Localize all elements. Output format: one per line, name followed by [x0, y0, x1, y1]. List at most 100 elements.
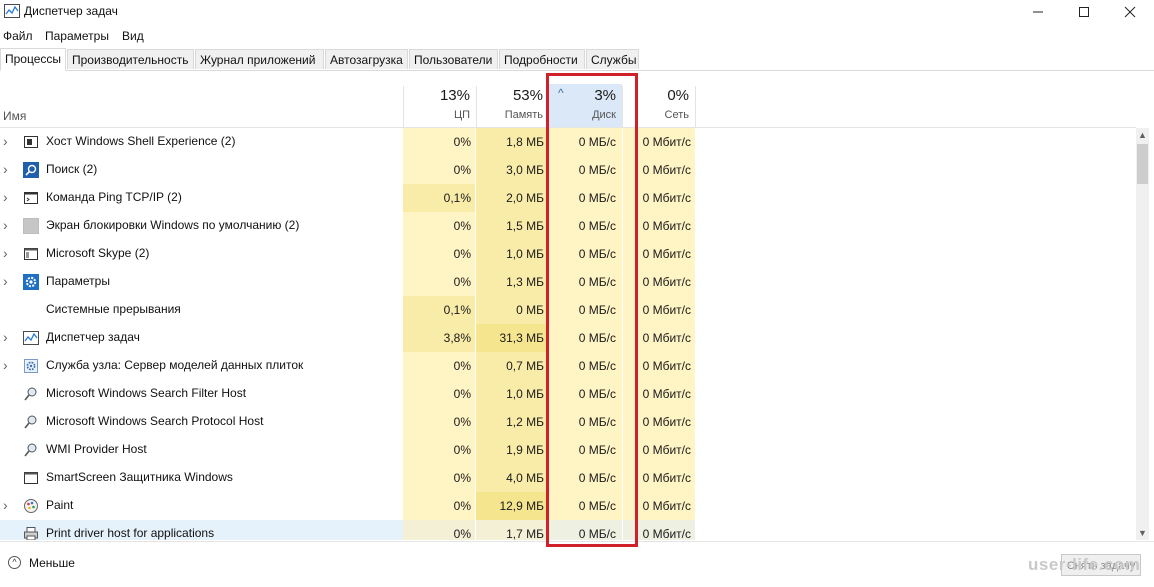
chevron-right-icon[interactable]: › [3, 246, 13, 260]
column-header-disk[interactable]: Диск [549, 109, 616, 121]
memory-value: 12,9 МБ [476, 492, 548, 520]
process-row[interactable]: › Поиск (2) 0% 3,0 МБ 0 МБ/с 0 Мбит/с [0, 156, 1136, 184]
process-row[interactable]: Microsoft Windows Search Protocol Host 0%… [0, 408, 1136, 436]
tab-details[interactable]: Подробности [499, 49, 585, 69]
column-header-memory-percent[interactable]: 53% [476, 87, 543, 104]
memory-value: 0,7 МБ [476, 352, 548, 380]
footer-bar: ^ Меньше Снять задачу [0, 541, 1154, 587]
vertical-scrollbar[interactable]: ▲ ▼ [1136, 128, 1149, 540]
tab-startup[interactable]: Автозагрузка [325, 49, 408, 69]
process-row[interactable]: Print driver host for applications 0% 1,7 … [0, 520, 1136, 540]
wmi-icon [23, 442, 39, 458]
column-header-disk-percent[interactable]: 3% [549, 87, 616, 104]
disk-value: 0 МБ/с [549, 464, 622, 492]
process-row[interactable]: WMI Provider Host 0% 1,9 МБ 0 МБ/с 0 Мбит/с [0, 436, 1136, 464]
network-value: 0 Мбит/с [623, 352, 695, 380]
process-name: Хост Windows Shell Experience (2) [46, 134, 236, 148]
process-name: WMI Provider Host [46, 442, 147, 456]
process-row[interactable]: › Microsoft Skype (2) 0% 1,0 МБ 0 МБ/с 0 Мбит… [0, 240, 1136, 268]
process-row[interactable]: › Хост Windows Shell Experience (2) 0% 1,8 … [0, 128, 1136, 156]
process-name: Команда Ping TCP/IP (2) [46, 190, 182, 204]
cpu-value: 0% [403, 436, 475, 464]
process-name: Поиск (2) [46, 162, 98, 176]
column-header-network[interactable]: Сеть [623, 109, 689, 121]
disk-value: 0 МБ/с [549, 352, 622, 380]
chevron-right-icon[interactable]: › [3, 498, 13, 512]
tab-performance[interactable]: Производительность [67, 49, 194, 69]
process-row[interactable]: › Команда Ping TCP/IP (2) 0,1% 2,0 МБ 0 МБ/с… [0, 184, 1136, 212]
column-header-cpu[interactable]: ЦП [403, 109, 470, 121]
chevron-right-icon[interactable]: › [3, 134, 13, 148]
process-row[interactable]: › Параметры 0% 1,3 МБ 0 МБ/с 0 Мбит/с [0, 268, 1136, 296]
memory-value: 1,5 МБ [476, 212, 548, 240]
process-row[interactable]: › Экран блокировки Windows по умолчанию (… [0, 212, 1136, 240]
disk-value: 0 МБ/с [549, 436, 622, 464]
header-separator [622, 86, 623, 127]
memory-value: 2,0 МБ [476, 184, 548, 212]
column-header-name[interactable]: Имя [3, 109, 26, 123]
search-icon [23, 162, 39, 178]
column-header-memory[interactable]: Память [476, 109, 543, 121]
process-name: SmartScreen Защитника Windows [46, 470, 233, 484]
tab-users[interactable]: Пользователи [409, 49, 498, 69]
memory-value: 1,0 МБ [476, 240, 548, 268]
cpu-value: 3,8% [403, 324, 475, 352]
title-bar: Диспетчер задач [0, 0, 1154, 24]
process-row[interactable]: SmartScreen Защитника Windows 0% 4,0 МБ 0 М… [0, 464, 1136, 492]
cpu-value: 0% [403, 380, 475, 408]
network-value: 0 Мбит/с [623, 128, 695, 156]
minimize-button[interactable] [1015, 0, 1061, 24]
process-row[interactable]: Системные прерывания 0,1% 0 МБ 0 МБ/с 0 Мбит… [0, 296, 1136, 324]
process-name: Microsoft Windows Search Protocol Host [46, 414, 264, 428]
network-value: 0 Мбит/с [623, 436, 695, 464]
memory-value: 1,2 МБ [476, 408, 548, 436]
chevron-right-icon[interactable]: › [3, 274, 13, 288]
maximize-button[interactable] [1061, 0, 1107, 24]
scrollbar-thumb[interactable] [1137, 144, 1148, 184]
process-name: Microsoft Skype (2) [46, 246, 150, 260]
disk-value: 0 МБ/с [549, 128, 622, 156]
close-button[interactable] [1107, 0, 1153, 24]
memory-value: 1,7 МБ [476, 520, 548, 540]
chevron-right-icon[interactable]: › [3, 358, 13, 372]
cpu-value: 0,1% [403, 296, 475, 324]
network-value: 0 Мбит/с [623, 212, 695, 240]
header-separator [695, 86, 696, 127]
chevron-right-icon[interactable]: › [3, 330, 13, 344]
chevron-right-icon[interactable]: › [3, 162, 13, 176]
process-row[interactable]: › Диспетчер задач 3,8% 31,3 МБ 0 МБ/с 0 Мбит/… [0, 324, 1136, 352]
process-name: Экран блокировки Windows по умолчанию (2… [46, 218, 300, 232]
tab-app-history[interactable]: Журнал приложений [195, 49, 324, 69]
cpu-value: 0% [403, 520, 475, 540]
network-value: 0 Мбит/с [623, 408, 695, 436]
chevron-up-circle-icon[interactable]: ^ [8, 556, 21, 569]
process-name: Служба узла: Сервер моделей данных плито… [46, 358, 304, 372]
process-row[interactable]: Microsoft Windows Search Filter Host 0% 1,… [0, 380, 1136, 408]
smartscreen-icon [23, 470, 39, 486]
shell-window-icon [23, 134, 39, 150]
network-value: 0 Мбит/с [623, 324, 695, 352]
scroll-down-icon[interactable]: ▼ [1136, 526, 1149, 540]
tab-services[interactable]: Службы [586, 49, 639, 69]
fewer-details-link[interactable]: Меньше [29, 556, 75, 570]
disk-value: 0 МБ/с [549, 296, 622, 324]
task-manager-icon [23, 330, 39, 346]
memory-value: 1,8 МБ [476, 128, 548, 156]
column-header-cpu-percent[interactable]: 13% [403, 87, 470, 104]
memory-value: 1,3 МБ [476, 268, 548, 296]
menu-options[interactable]: Параметры [45, 29, 109, 43]
task-manager-icon [4, 4, 20, 18]
menu-file[interactable]: Файл [3, 29, 33, 43]
chevron-right-icon[interactable]: › [3, 218, 13, 232]
chevron-right-icon[interactable]: › [3, 190, 13, 204]
scroll-up-icon[interactable]: ▲ [1136, 128, 1149, 142]
menu-view[interactable]: Вид [122, 29, 144, 43]
cpu-value: 0% [403, 240, 475, 268]
process-table: › Хост Windows Shell Experience (2) 0% 1,8 … [0, 128, 1136, 540]
column-header-network-percent[interactable]: 0% [623, 87, 689, 104]
process-row[interactable]: › Служба узла: Сервер моделей данных плит… [0, 352, 1136, 380]
disk-value: 0 МБ/с [549, 184, 622, 212]
process-row[interactable]: › Paint 0% 12,9 МБ 0 МБ/с 0 Мбит/с [0, 492, 1136, 520]
tab-processes[interactable]: Процессы [0, 48, 66, 71]
window-title: Диспетчер задач [24, 4, 118, 18]
